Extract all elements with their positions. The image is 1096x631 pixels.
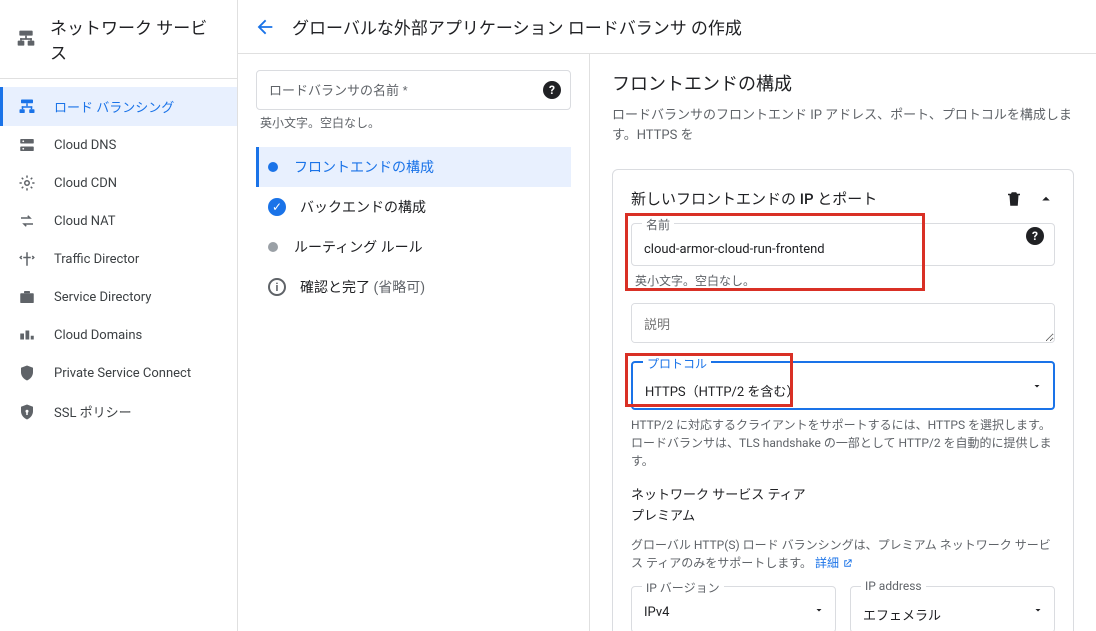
sidebar-item-label: SSL ポリシー xyxy=(54,402,132,421)
nat-icon xyxy=(16,212,38,230)
chevron-down-icon xyxy=(1032,604,1044,616)
step-frontend[interactable]: フロントエンドの構成 xyxy=(256,147,571,187)
lb-name-hint: 英小文字。空白なし。 xyxy=(260,114,567,131)
sidebar-nav: ロード バランシング Cloud DNS Cloud CDN Cloud NAT… xyxy=(0,79,237,439)
dns-icon xyxy=(16,136,38,154)
service-directory-icon xyxy=(16,288,38,306)
info-icon: i xyxy=(268,278,286,296)
check-icon: ✓ xyxy=(268,198,286,216)
protocol-hint: HTTP/2 に対応するクライアントをサポートするには、HTTPS を選択します… xyxy=(631,416,1055,470)
ipaddr-value: エフェメラル xyxy=(863,605,1042,624)
section-desc: ロードバランサのフロントエンド IP アドレス、ポート、プロトコルを構成します。… xyxy=(612,106,1074,145)
frontend-name-field: 名前 cloud-armor-cloud-run-frontend ? 英小文字… xyxy=(631,223,1055,289)
protocol-field: プロトコル HTTPS（HTTP/2 を含む） HTTP/2 に対応するクライア… xyxy=(631,361,1055,470)
config-steps-panel: ? 英小文字。空白なし。 フロントエンドの構成 ✓ バックエンドの構成 ルーティ… xyxy=(238,54,590,631)
sidebar-item-label: ロード バランシング xyxy=(54,97,174,116)
delete-button[interactable] xyxy=(1005,190,1023,208)
sidebar-item-service-directory[interactable]: Service Directory xyxy=(0,278,237,316)
ipver-label: IP バージョン xyxy=(642,579,724,596)
name-label: 名前 xyxy=(642,216,674,233)
sidebar-title: ネットワーク サービス xyxy=(50,14,221,64)
collapse-button[interactable] xyxy=(1037,190,1055,208)
step-label: フロントエンドの構成 xyxy=(294,157,434,177)
tier-hint: グローバル HTTP(S) ロード バランシングは、プレミアム ネットワーク サ… xyxy=(631,536,1055,572)
tier-value: プレミアム xyxy=(631,505,1055,524)
protocol-select[interactable]: プロトコル HTTPS（HTTP/2 を含む） xyxy=(631,361,1055,410)
ssl-icon xyxy=(16,403,38,421)
sidebar-item-label: Cloud Domains xyxy=(54,328,142,343)
sidebar: ネットワーク サービス ロード バランシング Cloud DNS Cloud C… xyxy=(0,0,238,631)
topbar: グローバルな外部アプリケーション ロードバランサ の作成 xyxy=(238,0,1096,54)
lb-name-input[interactable] xyxy=(256,70,571,110)
cdn-icon xyxy=(16,174,38,192)
step-label: 確認と完了 xyxy=(300,280,370,296)
sidebar-header: ネットワーク サービス xyxy=(0,0,237,79)
help-icon[interactable]: ? xyxy=(543,81,561,99)
lb-name-group: ? xyxy=(256,70,571,110)
network-icon xyxy=(16,29,36,49)
back-button[interactable] xyxy=(254,16,276,38)
sidebar-item-ssl-policy[interactable]: SSL ポリシー xyxy=(0,392,237,431)
sidebar-item-cloud-cdn[interactable]: Cloud CDN xyxy=(0,164,237,202)
domains-icon xyxy=(16,326,38,344)
frontend-name-input[interactable]: cloud-armor-cloud-run-frontend xyxy=(644,242,1042,257)
step-routing[interactable]: ルーティング ルール xyxy=(256,227,571,267)
sidebar-item-load-balancing[interactable]: ロード バランシング xyxy=(0,87,237,126)
chevron-down-icon xyxy=(813,604,825,616)
step-review[interactable]: i 確認と完了 (省略可) xyxy=(256,267,571,307)
grey-dot-icon xyxy=(268,242,278,252)
description-field xyxy=(631,303,1055,347)
steps-list: フロントエンドの構成 ✓ バックエンドの構成 ルーティング ルール i 確認と完… xyxy=(256,147,571,307)
load-balancing-icon xyxy=(16,98,38,116)
sidebar-item-cloud-domains[interactable]: Cloud Domains xyxy=(0,316,237,354)
sidebar-item-label: Traffic Director xyxy=(54,252,139,267)
learn-more-link[interactable]: 詳細 xyxy=(815,556,853,570)
frontend-card: 新しいフロントエンドの IP とポート xyxy=(612,169,1074,631)
frontend-name-hint: 英小文字。空白なし。 xyxy=(635,272,1051,289)
sidebar-item-label: Cloud DNS xyxy=(54,138,116,153)
step-optional: (省略可) xyxy=(373,280,425,296)
ip-row: IP バージョン IPv4 IP address エフェメラル xyxy=(631,586,1055,631)
sidebar-item-private-service-connect[interactable]: Private Service Connect xyxy=(0,354,237,392)
shield-icon xyxy=(16,364,38,382)
step-label: ルーティング ルール xyxy=(294,237,423,257)
card-title: 新しいフロントエンドの IP とポート xyxy=(631,188,877,209)
tier-field: ネットワーク サービス ティア プレミアム グローバル HTTP(S) ロード … xyxy=(631,484,1055,572)
sidebar-item-label: Service Directory xyxy=(54,290,151,305)
section-title: フロントエンドの構成 xyxy=(612,70,1074,96)
ipaddr-label: IP address xyxy=(861,579,926,593)
active-dot-icon xyxy=(268,162,278,172)
sidebar-item-label: Cloud CDN xyxy=(54,176,117,191)
protocol-value: HTTPS（HTTP/2 を含む） xyxy=(645,381,1041,400)
sidebar-item-label: Cloud NAT xyxy=(54,214,116,229)
ipver-value: IPv4 xyxy=(644,605,823,620)
sidebar-item-label: Private Service Connect xyxy=(54,366,191,381)
main: グローバルな外部アプリケーション ロードバランサ の作成 ? 英小文字。空白なし… xyxy=(238,0,1096,631)
chevron-down-icon xyxy=(1031,380,1043,392)
help-icon[interactable]: ? xyxy=(1026,236,1044,254)
protocol-label: プロトコル xyxy=(643,355,711,372)
frontend-config-panel: フロントエンドの構成 ロードバランサのフロントエンド IP アドレス、ポート、プ… xyxy=(590,54,1096,631)
step-label: バックエンドの構成 xyxy=(300,197,426,217)
description-input[interactable] xyxy=(631,303,1055,343)
ip-version-select[interactable]: IP バージョン IPv4 xyxy=(631,586,836,631)
tier-label: ネットワーク サービス ティア xyxy=(631,484,1055,503)
sidebar-item-traffic-director[interactable]: Traffic Director xyxy=(0,240,237,278)
traffic-director-icon xyxy=(16,250,38,268)
frontend-name-input-wrap: 名前 cloud-armor-cloud-run-frontend ? xyxy=(631,223,1055,266)
sidebar-item-cloud-nat[interactable]: Cloud NAT xyxy=(0,202,237,240)
step-backend[interactable]: ✓ バックエンドの構成 xyxy=(256,187,571,227)
ip-address-select[interactable]: IP address エフェメラル xyxy=(850,586,1055,631)
sidebar-item-cloud-dns[interactable]: Cloud DNS xyxy=(0,126,237,164)
page-title: グローバルな外部アプリケーション ロードバランサ の作成 xyxy=(292,14,742,39)
